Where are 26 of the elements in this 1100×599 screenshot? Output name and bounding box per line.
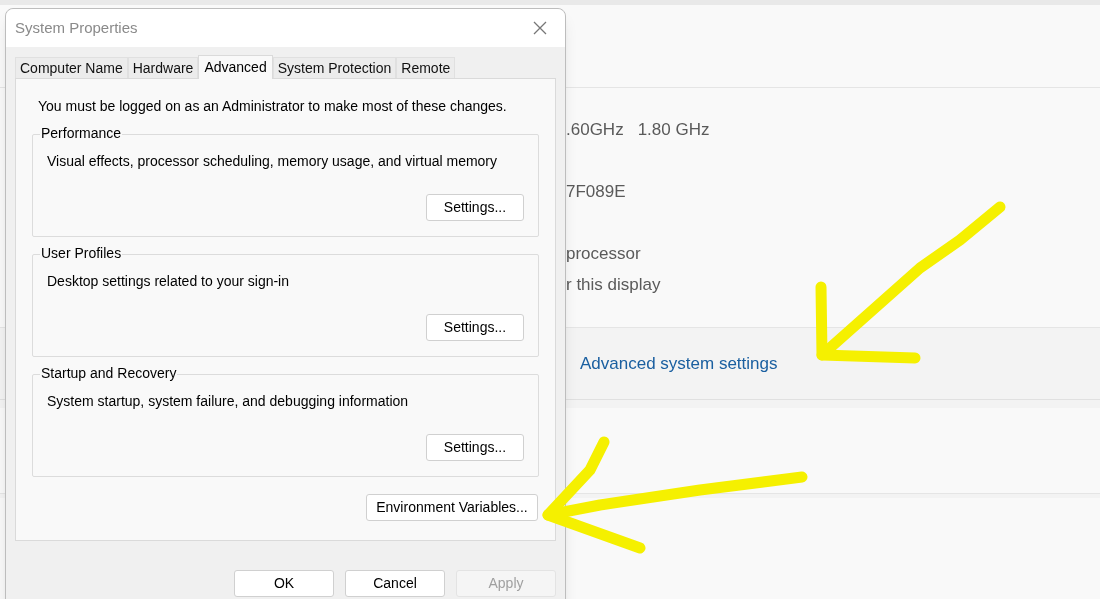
- group-description: Visual effects, processor scheduling, memory usage, and virtual memory: [47, 152, 499, 171]
- advanced-settings-link[interactable]: Advanced system settings: [580, 350, 778, 377]
- spec-value: r this display: [566, 275, 661, 295]
- settings-button[interactable]: Settings...: [426, 434, 524, 461]
- close-icon[interactable]: [533, 21, 547, 35]
- dialog-button[interactable]: OK: [234, 570, 334, 597]
- tab[interactable]: System Protection: [272, 57, 397, 78]
- spec-value: 1.80 GHz: [637, 120, 710, 140]
- group-description: Desktop settings related to your sign-in: [47, 272, 290, 291]
- group-title: Startup and Recovery: [40, 365, 178, 381]
- group-title: Performance: [40, 125, 123, 141]
- spec-value: 7F089E: [566, 182, 626, 202]
- spec-value: .60GHz: [566, 120, 624, 140]
- dialog-button[interactable]: Cancel: [345, 570, 445, 597]
- group-description: System startup, system failure, and debugging information: [47, 392, 410, 411]
- environment-variables-button[interactable]: Environment Variables...: [366, 494, 538, 521]
- tab[interactable]: Remote: [396, 57, 456, 78]
- settings-button[interactable]: Settings...: [426, 314, 524, 341]
- notice-text: You must be logged on as an Administrator to make most of these changes.: [38, 97, 508, 116]
- tab[interactable]: Hardware: [127, 57, 199, 78]
- window-title: System Properties: [15, 17, 139, 38]
- spec-value: processor: [566, 244, 641, 264]
- group-title: User Profiles: [40, 245, 123, 261]
- tab[interactable]: Computer Name: [15, 57, 128, 78]
- tab[interactable]: Advanced: [198, 55, 273, 79]
- settings-button[interactable]: Settings...: [426, 194, 524, 221]
